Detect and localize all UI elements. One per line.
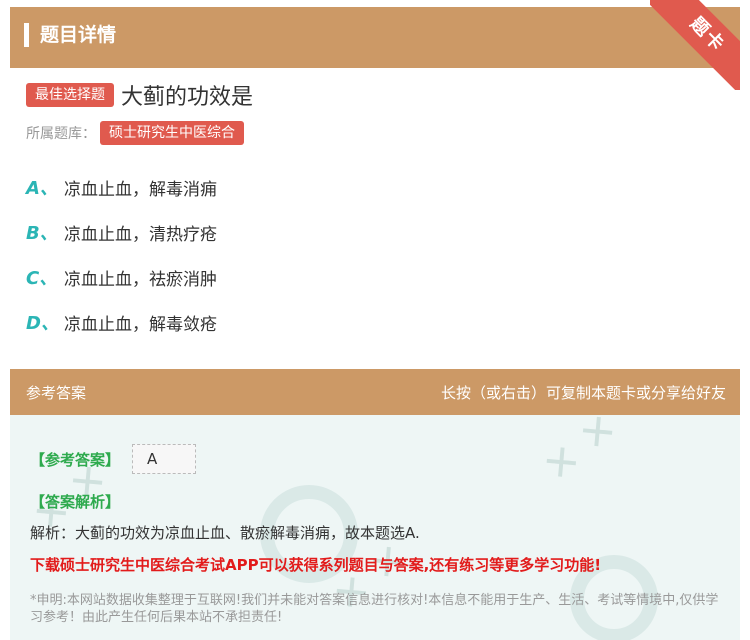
library-row: 所属题库： 硕士研究生中医综合 <box>26 120 244 146</box>
answer-section-header: 参考答案 长按（或右击）可复制本题卡或分享给好友 <box>10 369 740 415</box>
card-header: 题目详情 题卡 <box>10 0 740 90</box>
option-text: 凉血止血，解毒消痈 <box>64 179 217 200</box>
ribbon-label: 题卡 <box>650 0 740 90</box>
watermark: ✕ ✕ <box>534 415 627 492</box>
question-type-badge: 最佳选择题 <box>26 83 114 107</box>
answer-body: ✕ ✕ ✕ ✕ ✕ ✕ 【参考答案】 A 【答案解析】 解析：大蓟的功效为凉血止… <box>10 415 740 640</box>
app-promo-link[interactable]: 下载硕士研究生中医综合考试APP可以获得系列题目与答案,还有练习等更多学习功能! <box>30 554 601 575</box>
option-b[interactable]: B、 凉血止血，清热疗疮 <box>26 219 217 245</box>
explanation-text: 解析：大蓟的功效为凉血止血、散瘀解毒消痈，故本题选A. <box>30 524 420 542</box>
answer-section-label: 参考答案 <box>26 384 87 402</box>
header-title: 题目详情 <box>40 24 117 46</box>
library-link[interactable]: 硕士研究生中医综合 <box>100 121 244 145</box>
option-c[interactable]: C、 凉血止血，祛瘀消肿 <box>26 264 217 290</box>
reference-answer-value: A <box>132 444 196 474</box>
option-letter: B、 <box>26 223 58 244</box>
share-hint: 长按（或右击）可复制本题卡或分享给好友 <box>440 384 726 402</box>
option-letter: D、 <box>26 313 59 334</box>
explanation-label: 【答案解析】 <box>30 493 121 511</box>
disclaimer-text: *申明:本网站数据收集整理于互联网!我们并未能对答案信息进行核对!本信息不能用于… <box>30 593 719 625</box>
question-title: 大蓟的功效是 <box>121 85 254 110</box>
library-label: 所属题库： <box>26 126 96 142</box>
header-accent-bar <box>24 23 29 47</box>
option-letter: C、 <box>26 268 58 289</box>
question-row: 最佳选择题 大蓟的功效是 <box>26 80 253 110</box>
option-text: 凉血止血，祛瘀消肿 <box>64 269 217 290</box>
question-card: 题目详情 题卡 最佳选择题 大蓟的功效是 所属题库： 硕士研究生中医综合 A、 … <box>10 0 740 640</box>
option-d[interactable]: D、 凉血止血，解毒敛疮 <box>26 309 217 335</box>
reference-answer-label: 【参考答案】 <box>30 451 121 469</box>
option-a[interactable]: A、 凉血止血，解毒消痈 <box>26 174 217 200</box>
option-letter: A、 <box>26 178 58 199</box>
option-text: 凉血止血，解毒敛疮 <box>64 314 217 335</box>
corner-ribbon: 题卡 <box>650 0 740 90</box>
option-text: 凉血止血，清热疗疮 <box>64 224 217 245</box>
